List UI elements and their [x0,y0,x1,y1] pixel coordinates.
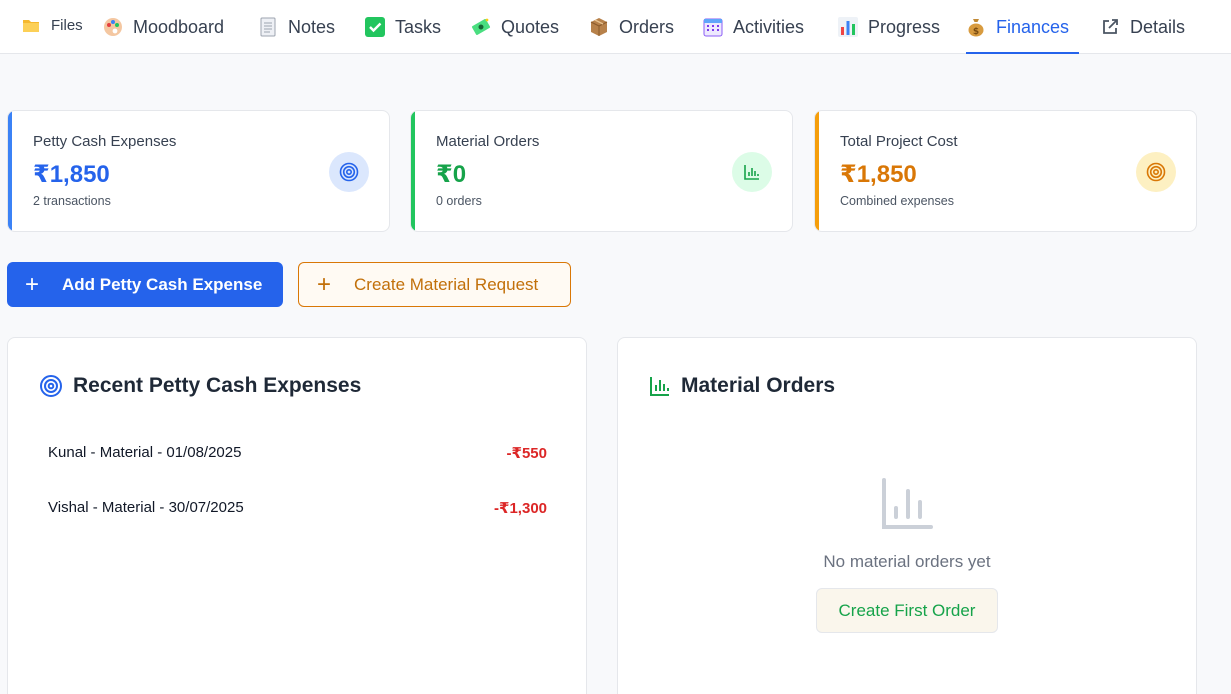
panel-title-text: Recent Petty Cash Expenses [73,374,362,397]
bar-chart-icon [838,17,858,37]
recent-petty-cash-panel: Recent Petty Cash Expenses Kunal - Mater… [7,337,587,694]
card-label: Material Orders [436,133,540,150]
expense-description: Kunal - Material - 01/08/2025 [48,444,242,461]
create-material-request-button[interactable]: + Create Material Request [298,262,571,307]
card-subtext: 2 transactions [33,194,111,208]
target-icon [329,152,369,192]
button-label: Create First Order [838,600,976,620]
tab-orders[interactable]: Orders [589,0,674,54]
tab-label: Quotes [501,16,560,37]
total-cost-card: Total Project Cost ₹1,850 Combined expen… [814,110,1197,232]
bar-chart-icon [649,375,671,397]
card-value: ₹0 [436,161,467,188]
material-orders-panel: Material Orders No material orders yet C… [617,337,1197,694]
tab-label: Orders [619,16,675,37]
empty-chart-icon [881,478,933,535]
notepad-icon [258,17,278,37]
tab-details[interactable]: Details [1100,0,1185,54]
external-link-icon [1100,17,1120,37]
tab-label: Progress [868,16,941,37]
tab-label: Details [1130,16,1186,37]
package-icon [589,17,609,37]
target-icon [39,374,63,398]
card-subtext: Combined expenses [840,194,954,208]
money-icon [471,17,491,37]
money-bag-icon: $ [966,17,986,37]
tab-bar: Files Moodboard Notes Tasks Quotes Order… [0,0,1231,54]
empty-state-text: No material orders yet [823,552,991,571]
tab-notes[interactable]: Notes [258,0,335,54]
expense-row[interactable]: Kunal - Material - 01/08/2025 -₹550 [48,444,547,462]
petty-cash-card: Petty Cash Expenses ₹1,850 2 transaction… [7,110,390,232]
calendar-icon [703,17,723,37]
add-petty-cash-button[interactable]: + Add Petty Cash Expense [7,262,283,307]
card-value: ₹1,850 [840,161,917,188]
expense-amount: -₹550 [506,445,547,462]
tab-label: Notes [288,16,336,37]
card-accent-bar [411,111,415,231]
tab-label: Activities [733,16,805,37]
tab-progress[interactable]: Progress [838,0,940,54]
plus-icon: + [316,270,331,298]
card-accent-bar [815,111,819,231]
card-label: Total Project Cost [840,133,958,150]
button-label: Create Material Request [354,274,539,294]
target-icon [1136,152,1176,192]
card-label: Petty Cash Expenses [33,133,177,150]
card-accent-bar [8,111,12,231]
plus-icon: + [24,270,39,298]
tab-tasks[interactable]: Tasks [365,0,441,54]
material-orders-card: Material Orders ₹0 0 orders [410,110,793,232]
panel-title: Material Orders [649,374,835,398]
tab-moodboard[interactable]: Moodboard [103,0,224,54]
tab-finances[interactable]: $ Finances [966,0,1079,54]
create-first-order-button[interactable]: Create First Order [816,588,998,633]
panel-title-text: Material Orders [681,374,836,397]
card-value: ₹1,850 [33,161,110,188]
tab-activities[interactable]: Activities [703,0,804,54]
expense-amount: -₹1,300 [494,500,547,517]
tab-label: Finances [996,16,1070,37]
checkbox-icon [365,17,385,37]
tab-label: Moodboard [133,16,225,37]
tab-label: Files [51,16,83,34]
palette-icon [103,17,123,37]
tab-quotes[interactable]: Quotes [471,0,559,54]
button-label: Add Petty Cash Expense [62,274,263,294]
expense-description: Vishal - Material - 30/07/2025 [48,499,244,516]
card-subtext: 0 orders [436,194,482,208]
panel-title: Recent Petty Cash Expenses [39,374,361,398]
tab-label: Tasks [395,16,442,37]
folder-icon [21,15,41,35]
svg-text:$: $ [973,27,979,37]
tab-files[interactable]: Files [21,0,83,52]
expense-row[interactable]: Vishal - Material - 30/07/2025 -₹1,300 [48,499,547,517]
bar-chart-icon [732,152,772,192]
